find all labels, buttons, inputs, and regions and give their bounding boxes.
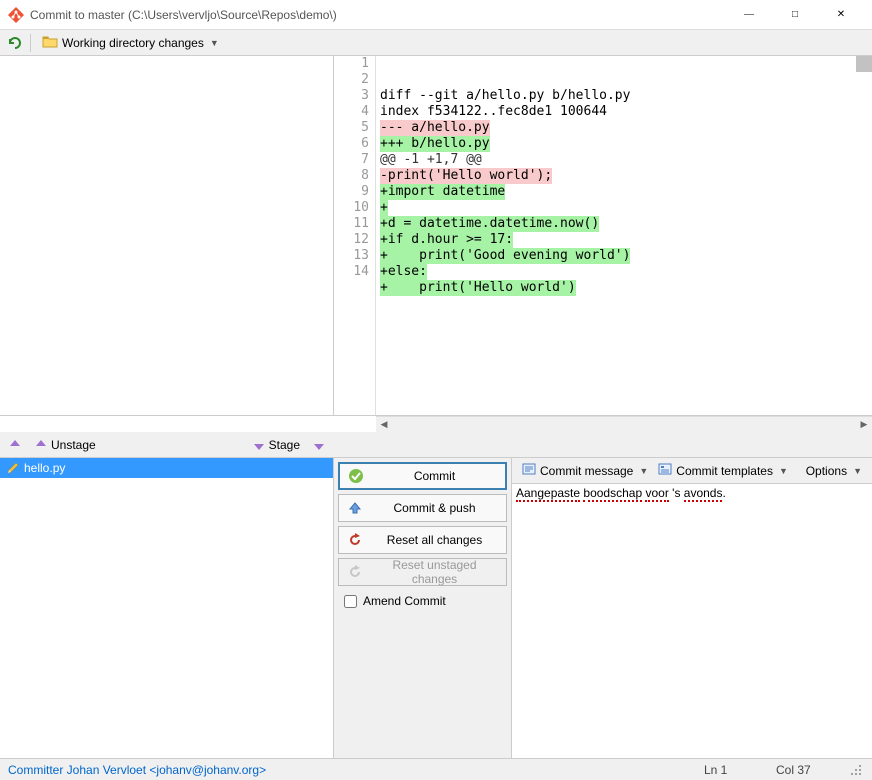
unstage-all-button[interactable] <box>4 434 26 456</box>
line-number: 2 <box>334 72 375 88</box>
stage-all-button[interactable] <box>308 434 330 456</box>
commit-actions-panel: Commit Commit & push Reset all changes R… <box>334 458 512 758</box>
options-dropdown[interactable]: Options ▼ <box>802 462 866 480</box>
cursor-col: Col 37 <box>776 763 836 777</box>
commit-push-button[interactable]: Commit & push <box>338 494 507 522</box>
reset-icon <box>347 532 363 548</box>
push-up-icon <box>347 500 363 516</box>
diff-line[interactable]: + print('Good evening world') <box>380 248 872 264</box>
diff-line[interactable]: +++ b/hello.py <box>380 136 872 152</box>
commit-message-panel: Commit message ▼ Commit templates ▼ Opti… <box>512 458 872 758</box>
line-number: 12 <box>334 232 375 248</box>
scrollbar-thumb[interactable] <box>856 56 872 72</box>
diff-line[interactable]: @@ -1 +1,7 @@ <box>380 152 872 168</box>
diff-line[interactable]: +else: <box>380 264 872 280</box>
diff-line[interactable]: + print('Hello world') <box>380 280 872 296</box>
amend-checkbox-row[interactable]: Amend Commit <box>338 590 507 612</box>
line-number: 10 <box>334 200 375 216</box>
line-number: 14 <box>334 264 375 280</box>
refresh-button[interactable] <box>4 32 26 54</box>
line-number-gutter: 1234567891011121314 <box>334 56 376 415</box>
cursor-line: Ln 1 <box>704 763 764 777</box>
diff-view[interactable]: diff --git a/hello.py b/hello.pyindex f5… <box>376 56 872 415</box>
commit-message-dropdown[interactable]: Commit message ▼ <box>518 460 652 481</box>
chevron-down-icon: ▼ <box>639 466 648 476</box>
template-icon <box>658 462 672 479</box>
commit-message-toolbar <box>334 432 872 458</box>
line-number: 8 <box>334 168 375 184</box>
line-number: 13 <box>334 248 375 264</box>
folder-icon <box>42 34 58 51</box>
amend-checkbox[interactable] <box>344 595 357 608</box>
diff-line[interactable]: diff --git a/hello.py b/hello.py <box>380 88 872 104</box>
diff-line[interactable]: + <box>380 200 872 216</box>
commit-button[interactable]: Commit <box>338 462 507 490</box>
diff-line[interactable]: index f534122..fec8de1 100644 <box>380 104 872 120</box>
line-number: 1 <box>334 56 375 72</box>
vertical-scrollbar[interactable] <box>856 56 872 72</box>
window-title: Commit to master (C:\Users\vervljo\Sourc… <box>30 8 726 22</box>
chevron-down-icon: ▼ <box>779 466 788 476</box>
chevron-down-icon: ▼ <box>210 38 219 48</box>
stage-toolbar: Unstage Stage <box>0 432 334 458</box>
status-bar: Committer Johan Vervloet <johanv@johanv.… <box>0 758 872 780</box>
app-icon <box>8 7 24 23</box>
close-button[interactable]: ✕ <box>818 0 864 30</box>
check-icon <box>348 468 364 484</box>
line-number: 7 <box>334 152 375 168</box>
line-number: 5 <box>334 120 375 136</box>
horizontal-scrollbar[interactable]: ◀ ▶ <box>376 416 872 432</box>
modified-icon <box>6 461 20 475</box>
titlebar: Commit to master (C:\Users\vervljo\Sourc… <box>0 0 872 30</box>
reset-unstaged-button: Reset unstaged changes <box>338 558 507 586</box>
file-item[interactable]: hello.py <box>0 458 333 478</box>
minimize-button[interactable]: — <box>726 0 772 30</box>
reset-all-button[interactable]: Reset all changes <box>338 526 507 554</box>
diff-line[interactable]: -print('Hello world'); <box>380 168 872 184</box>
diff-line[interactable]: +if d.hour >= 17: <box>380 232 872 248</box>
diff-line[interactable] <box>380 296 872 312</box>
main-toolbar: Working directory changes ▼ <box>0 30 872 56</box>
chevron-down-icon: ▼ <box>853 466 862 476</box>
committer-info[interactable]: Committer Johan Vervloet <johanv@johanv.… <box>8 763 692 777</box>
message-icon <box>522 462 536 479</box>
file-name: hello.py <box>24 461 65 475</box>
working-directory-dropdown[interactable]: Working directory changes ▼ <box>35 31 226 54</box>
staged-files-panel <box>0 56 334 415</box>
resize-grip[interactable] <box>848 762 864 778</box>
maximize-button[interactable]: □ <box>772 0 818 30</box>
diff-line[interactable]: --- a/hello.py <box>380 120 872 136</box>
message-toolbar: Commit message ▼ Commit templates ▼ Opti… <box>512 458 872 484</box>
reset-disabled-icon <box>347 564 363 580</box>
unstage-button[interactable]: Unstage <box>28 436 102 454</box>
working-directory-label: Working directory changes <box>62 36 204 50</box>
scroll-left-arrow[interactable]: ◀ <box>376 417 392 433</box>
commit-message-text[interactable]: Aangepaste boodschap voor 's avonds. <box>516 486 726 500</box>
commit-message-textarea[interactable]: Aangepaste boodschap voor 's avonds. <box>512 484 872 758</box>
commit-templates-dropdown[interactable]: Commit templates ▼ <box>654 460 792 481</box>
line-number: 9 <box>334 184 375 200</box>
diff-line[interactable]: +import datetime <box>380 184 872 200</box>
line-number: 11 <box>334 216 375 232</box>
diff-line[interactable]: +d = datetime.datetime.now() <box>380 216 872 232</box>
stage-button[interactable]: Stage <box>246 436 306 454</box>
line-number: 4 <box>334 104 375 120</box>
scroll-right-arrow[interactable]: ▶ <box>856 417 872 433</box>
line-number: 6 <box>334 136 375 152</box>
line-number: 3 <box>334 88 375 104</box>
changed-files-panel: hello.py <box>0 458 334 758</box>
